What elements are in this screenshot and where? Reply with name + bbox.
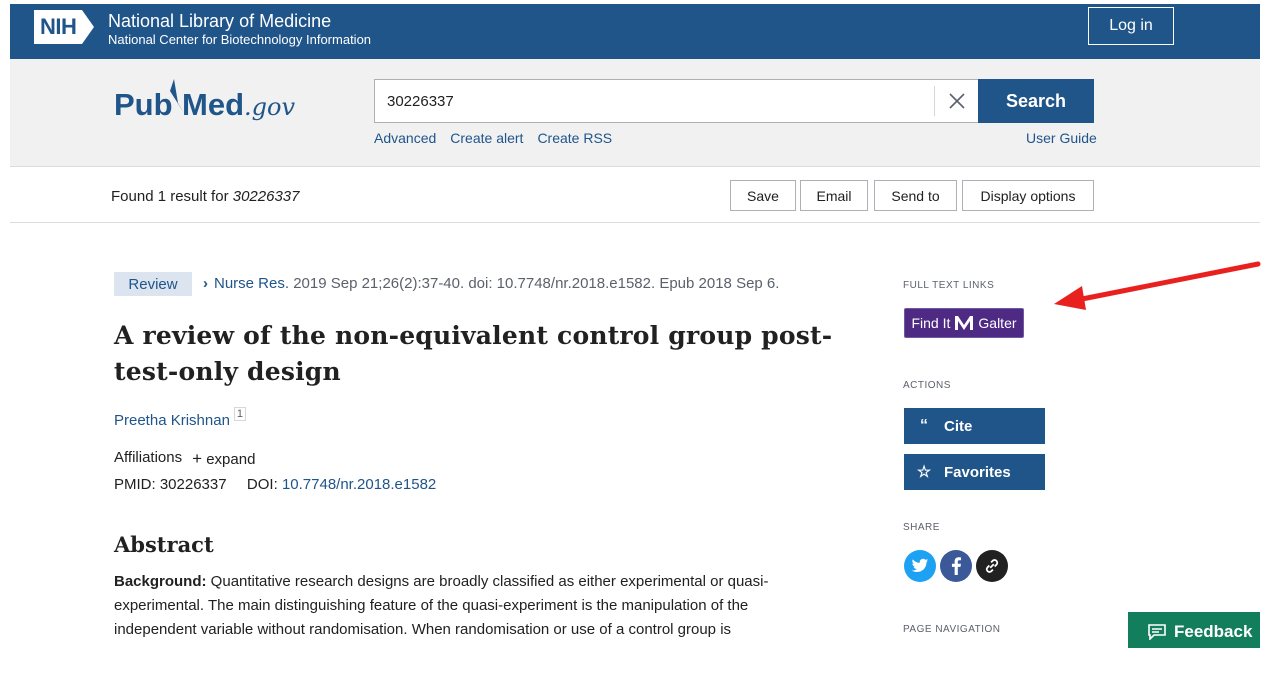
affiliation-number[interactable]: 1 (233, 407, 247, 421)
full-text-links-label: FULL TEXT LINKS (903, 280, 995, 291)
facebook-icon[interactable] (940, 550, 972, 582)
nih-header: NIH National Library of Medicine Nationa… (10, 4, 1260, 59)
nih-logo-text: NIH (34, 10, 83, 44)
doi-link[interactable]: 10.7748/nr.2018.e1582 (282, 476, 436, 493)
results-toolbar: Found 1 result for 30226337 Save Email S… (10, 167, 1260, 223)
expand-affiliations-button[interactable]: + expand (192, 449, 255, 469)
abstract-body: Quantitative research designs are broadl… (114, 573, 769, 638)
pubmed-logo[interactable]: Pub Med .gov (114, 73, 304, 129)
affiliations-row: Affiliations + expand (114, 449, 255, 469)
feedback-button[interactable]: Feedback (1128, 612, 1260, 648)
cite-button[interactable]: “ Cite (904, 408, 1045, 444)
logo-gov: .gov (244, 93, 295, 121)
share-buttons (904, 550, 1008, 582)
affiliations-label: Affiliations (114, 449, 183, 466)
article-identifiers: PMID: 30226337 DOI: 10.7748/nr.2018.e158… (114, 476, 436, 493)
article-title-line-1: A review of the non-equivalent control g… (114, 321, 833, 350)
author-list: Preetha Krishnan 1 (114, 407, 247, 429)
search-box (374, 79, 979, 123)
nih-logo[interactable]: NIH (34, 10, 95, 44)
create-alert-link[interactable]: Create alert (450, 130, 523, 146)
favorites-button[interactable]: ☆ Favorites (904, 454, 1045, 490)
advanced-search-link[interactable]: Advanced (374, 130, 436, 146)
page-navigation-label: PAGE NAVIGATION (903, 624, 1001, 635)
actions-label: ACTIONS (903, 380, 951, 391)
results-count-prefix: Found 1 result for (111, 188, 233, 205)
search-band: Pub Med .gov Search Advanced Create aler… (10, 59, 1260, 167)
pmid: PMID: 30226337 (114, 476, 227, 493)
article-citation: › Nurse Res. 2019 Sep 21;26(2):37-40. doi… (203, 275, 779, 292)
results-count: Found 1 result for 30226337 (111, 188, 299, 205)
browser-viewport: NIH National Library of Medicine Nationa… (10, 4, 1260, 648)
display-options-button[interactable]: Display options (962, 180, 1094, 211)
nlm-title: National Library of Medicine (108, 11, 332, 31)
link-icon[interactable] (976, 550, 1008, 582)
results-query: 30226337 (232, 188, 300, 205)
login-button[interactable]: Log in (1088, 7, 1174, 45)
search-button[interactable]: Search (978, 79, 1094, 123)
chevron-right-icon: › (203, 275, 208, 292)
northwestern-n-icon (955, 316, 974, 330)
abstract-text: Background: Quantitative research design… (114, 570, 814, 642)
abstract-heading: Abstract (114, 532, 214, 557)
citation-details: 2019 Sep 21;26(2):37-40. doi: 10.7748/nr… (289, 275, 780, 292)
annotation-arrow-icon (1054, 261, 1261, 310)
plus-icon: + (192, 449, 203, 468)
close-icon (948, 93, 965, 109)
twitter-icon[interactable] (904, 550, 936, 582)
journal-link[interactable]: Nurse Res. (214, 275, 289, 292)
author-link[interactable]: Preetha Krishnan (114, 412, 230, 429)
favorites-label: Favorites (944, 463, 1011, 481)
logo-pub: Pub (114, 87, 173, 122)
publication-type-badge: Review (114, 272, 192, 296)
doi-label: DOI: (246, 476, 282, 493)
email-button[interactable]: Email (800, 180, 868, 211)
search-links: Advanced Create alert Create RSS (374, 130, 612, 146)
pubmed-logo-graphic: Pub Med .gov (114, 79, 295, 122)
article-title: A review of the non-equivalent control g… (114, 318, 834, 390)
nih-logo-chevron (82, 10, 95, 44)
share-label: SHARE (903, 522, 940, 533)
comment-icon (1148, 624, 1166, 640)
feedback-label: Feedback (1174, 622, 1253, 641)
background-label: Background: (114, 573, 207, 590)
find-it-galter-button[interactable]: Find It Galter (904, 308, 1024, 338)
logo-med: Med (182, 87, 244, 122)
clear-search-button[interactable] (934, 86, 978, 116)
find-it-label: Find It (911, 315, 951, 331)
nlm-title-block[interactable]: National Library of Medicine National Ce… (108, 10, 371, 48)
create-rss-link[interactable]: Create RSS (537, 130, 612, 146)
article-title-line-2: test-only design (114, 357, 341, 386)
cite-label: Cite (944, 417, 973, 435)
star-icon: ☆ (916, 464, 932, 481)
send-to-button[interactable]: Send to (874, 180, 957, 211)
expand-label: expand (206, 451, 256, 468)
user-guide-link[interactable]: User Guide (1026, 130, 1097, 146)
ncbi-subtitle: National Center for Biotechnology Inform… (108, 32, 372, 47)
save-button[interactable]: Save (730, 180, 796, 211)
search-input[interactable] (375, 80, 935, 122)
galter-label: Galter (978, 315, 1017, 331)
quote-icon: “ (920, 417, 928, 434)
